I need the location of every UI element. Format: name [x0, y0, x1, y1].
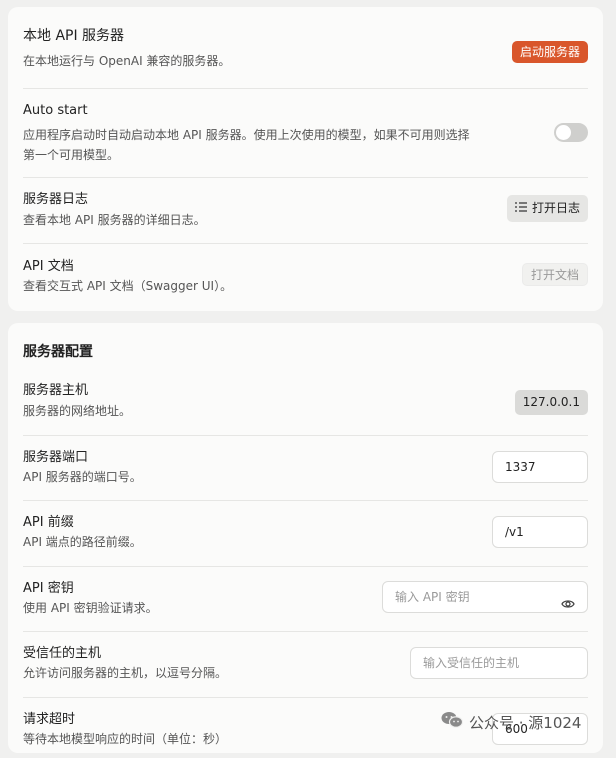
api-key-description: 使用 API 密钥验证请求。: [23, 601, 158, 615]
server-config-header: 服务器配置: [23, 323, 588, 370]
watermark: 公众号 · 源1024: [441, 711, 581, 733]
api-docs-description: 查看交互式 API 文档（Swagger UI）。: [23, 279, 233, 293]
trusted-hosts-input[interactable]: 输入受信任的主机: [410, 647, 588, 679]
host-title: 服务器主机: [23, 383, 89, 398]
trusted-hosts-title: 受信任的主机: [23, 646, 102, 661]
api-key-input[interactable]: 输入 API 密钥: [382, 581, 588, 613]
server-logs-row: 服务器日志 查看本地 API 服务器的详细日志。 打开日志: [23, 178, 588, 244]
trusted-hosts-row: 受信任的主机 允许访问服务器的主机，以逗号分隔。 输入受信任的主机: [23, 632, 588, 698]
api-docs-row: API 文档 查看交互式 API 文档（Swagger UI）。 打开文档: [23, 244, 588, 310]
start-server-button[interactable]: 启动服务器: [511, 41, 588, 63]
eye-icon[interactable]: [561, 591, 575, 608]
wechat-icon: [441, 711, 464, 733]
server-logs-title: 服务器日志: [23, 192, 89, 207]
port-description: API 服务器的端口号。: [23, 470, 142, 484]
api-key-row: API 密钥 使用 API 密钥验证请求。 输入 API 密钥: [23, 567, 588, 632]
prefix-title: API 前缀: [23, 515, 74, 530]
open-docs-button[interactable]: 打开文档: [521, 263, 588, 286]
timeout-title: 请求超时: [23, 712, 76, 727]
host-value[interactable]: 127.0.0.1: [514, 390, 588, 415]
local-server-title: 本地 API 服务器: [23, 28, 125, 44]
local-server-row: 本地 API 服务器 在本地运行与 OpenAI 兼容的服务器。 启动服务器: [23, 7, 588, 89]
port-row: 服务器端口 API 服务器的端口号。 1337: [23, 436, 588, 501]
api-key-placeholder: 输入 API 密钥: [395, 590, 470, 604]
auto-start-title: Auto start: [23, 103, 88, 118]
server-config-card: 服务器配置 服务器主机 服务器的网络地址。 127.0.0.1 服务器端口 AP…: [8, 323, 603, 753]
prefix-description: API 端点的路径前缀。: [23, 535, 142, 549]
host-row: 服务器主机 服务器的网络地址。 127.0.0.1: [23, 370, 588, 436]
port-input[interactable]: 1337: [492, 451, 588, 483]
api-docs-title: API 文档: [23, 259, 74, 274]
trusted-hosts-description: 允许访问服务器的主机，以逗号分隔。: [23, 666, 228, 680]
server-logs-description: 查看本地 API 服务器的详细日志。: [23, 213, 206, 227]
auto-start-row: Auto start 应用程序启动时自动启动本地 API 服务器。使用上次使用的…: [23, 89, 588, 178]
auto-start-description-2: 第一个可用模型。: [23, 148, 120, 162]
port-title: 服务器端口: [23, 450, 89, 465]
auto-start-toggle[interactable]: [554, 123, 588, 142]
local-server-description: 在本地运行与 OpenAI 兼容的服务器。: [23, 54, 231, 68]
toggle-knob: [556, 125, 571, 140]
list-icon: [514, 195, 527, 222]
timeout-description: 等待本地模型响应的时间（单位：秒）: [23, 732, 228, 746]
open-logs-button[interactable]: 打开日志: [506, 195, 588, 222]
watermark-text: 公众号 · 源1024: [469, 713, 582, 732]
server-config-title: 服务器配置: [23, 344, 93, 360]
prefix-input[interactable]: /v1: [492, 516, 588, 548]
open-logs-label: 打开日志: [531, 201, 580, 215]
prefix-row: API 前缀 API 端点的路径前缀。 /v1: [23, 501, 588, 567]
host-description: 服务器的网络地址。: [23, 404, 132, 418]
local-server-card: 本地 API 服务器 在本地运行与 OpenAI 兼容的服务器。 启动服务器 A…: [8, 7, 603, 311]
auto-start-description-1: 应用程序启动时自动启动本地 API 服务器。使用上次使用的模型，如果不可用则选择: [23, 128, 470, 142]
api-key-title: API 密钥: [23, 581, 74, 596]
